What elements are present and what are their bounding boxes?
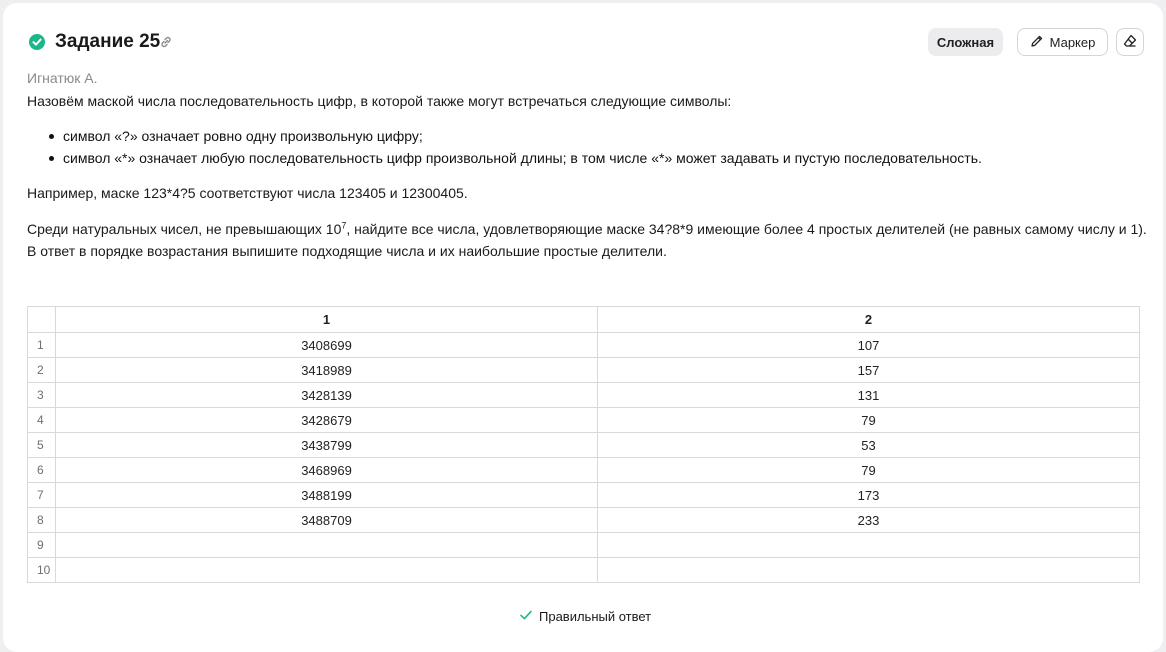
corner-cell: [27, 306, 56, 333]
marker-label: Маркер: [1049, 34, 1096, 50]
table-row: 3 3428139 131: [27, 382, 1140, 408]
answer-cell-number[interactable]: 3438799: [54, 432, 599, 458]
problem-intro: Назовём маской числа последовательность …: [27, 93, 732, 109]
task-title: Задание 25: [55, 31, 161, 52]
link-icon[interactable]: [158, 34, 174, 50]
pencil-icon: [1030, 34, 1044, 51]
row-number: 6: [27, 457, 56, 483]
answer-table: 1 2 1 3408699 107 2 3418989 157 3 3428139 131 4 34…: [27, 306, 1140, 583]
answer-cell-number[interactable]: [54, 532, 599, 558]
row-number: 10: [27, 557, 56, 583]
row-number: 1: [27, 332, 56, 358]
column-header-1: 1: [54, 306, 599, 333]
rules-list: символ «?» означает ровно одну произволь…: [27, 125, 982, 169]
answer-cell-number[interactable]: 3468969: [54, 457, 599, 483]
problem-example: Например, маске 123*4?5 соответствуют чи…: [27, 185, 468, 201]
problem-task: Среди натуральных чисел, не превышающих …: [27, 218, 1147, 262]
task-text-part1: Среди натуральных чисел, не превышающих …: [27, 221, 342, 237]
row-number: 7: [27, 482, 56, 508]
table-row: 4 3428679 79: [27, 407, 1140, 433]
answer-cell-divisor[interactable]: 107: [597, 332, 1140, 358]
row-number: 3: [27, 382, 56, 408]
answer-cell-number[interactable]: 3428139: [54, 382, 599, 408]
row-number: 9: [27, 532, 56, 558]
answer-cell-number[interactable]: 3408699: [54, 332, 599, 358]
column-header-2: 2: [597, 306, 1140, 333]
row-number: 4: [27, 407, 56, 433]
table-row: 7 3488199 173: [27, 482, 1140, 508]
rule-item: символ «*» означает любую последовательн…: [27, 147, 982, 169]
result-status: Правильный ответ: [519, 608, 651, 625]
answer-cell-divisor[interactable]: 157: [597, 357, 1140, 383]
difficulty-badge[interactable]: Сложная: [928, 28, 1003, 56]
result-label: Правильный ответ: [539, 609, 652, 624]
answer-cell-divisor[interactable]: 173: [597, 482, 1140, 508]
answer-cell-number[interactable]: 3488709: [54, 507, 599, 533]
answer-cell-divisor[interactable]: 79: [597, 407, 1140, 433]
table-row: 9: [27, 532, 1140, 558]
table-row: 1 3408699 107: [27, 332, 1140, 358]
answer-cell-number[interactable]: 3488199: [54, 482, 599, 508]
solved-check-icon: [29, 34, 45, 50]
row-number: 2: [27, 357, 56, 383]
table-header-row: 1 2: [27, 306, 1140, 333]
table-row: 10: [27, 557, 1140, 583]
answer-cell-divisor[interactable]: 233: [597, 507, 1140, 533]
table-row: 2 3418989 157: [27, 357, 1140, 383]
answer-cell-divisor[interactable]: [597, 557, 1140, 583]
answer-cell-number[interactable]: 3418989: [54, 357, 599, 383]
table-row: 8 3488709 233: [27, 507, 1140, 533]
table-row: 6 3468969 79: [27, 457, 1140, 483]
eraser-icon: [1122, 33, 1138, 52]
answer-cell-divisor[interactable]: [597, 532, 1140, 558]
author-name: Игнатюк А.: [27, 70, 98, 86]
row-number: 8: [27, 507, 56, 533]
row-number: 5: [27, 432, 56, 458]
checkmark-icon: [519, 608, 533, 625]
answer-cell-divisor[interactable]: 131: [597, 382, 1140, 408]
answer-cell-divisor[interactable]: 79: [597, 457, 1140, 483]
marker-button[interactable]: Маркер: [1017, 28, 1108, 56]
rule-item: символ «?» означает ровно одну произволь…: [27, 125, 982, 147]
table-row: 5 3438799 53: [27, 432, 1140, 458]
answer-cell-number[interactable]: 3428679: [54, 407, 599, 433]
eraser-button[interactable]: [1116, 28, 1144, 56]
answer-cell-number[interactable]: [54, 557, 599, 583]
answer-cell-divisor[interactable]: 53: [597, 432, 1140, 458]
